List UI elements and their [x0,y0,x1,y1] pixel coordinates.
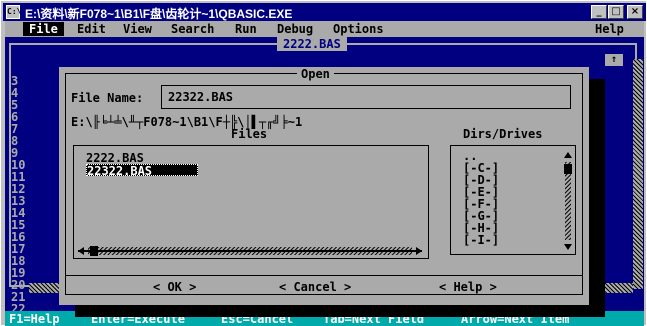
dir-drive-item[interactable]: [-I-] [463,234,499,246]
title-bar[interactable]: C:\ E:\资料\新F078~1\B1\F盘\齿轮计~1\QBASIC.EXE… [3,3,646,21]
maximize-button[interactable]: □ [608,5,624,19]
files-list[interactable]: 2222.BAS 22322.BAS [73,145,429,259]
menu-edit[interactable]: Edit [71,22,112,36]
menu-run[interactable]: Run [229,22,263,36]
ok-button[interactable]: < OK > [153,280,196,294]
menu-file[interactable]: File [23,22,64,36]
current-path: E:\╟╘┴╧\╨┬F078~1\B1\F┼╠\│▌┬╓╝╞~1 [71,115,303,129]
dirs-drives-list[interactable]: .. [-C-] [-D-] [-E-] [-F-] [-G-] [-H-] [-I-] [450,145,576,255]
menu-debug[interactable]: Debug [271,22,319,36]
close-button[interactable]: × [627,5,643,19]
menu-view[interactable]: View [117,22,158,36]
editor-vertical-scrollbar[interactable] [633,59,643,289]
window-title: E:\资料\新F078~1\B1\F盘\齿轮计~1\QBASIC.EXE [25,7,293,21]
file-name-label: File Name: [71,91,144,105]
menu-options[interactable]: Options [327,22,390,36]
line-numbers: 34567891011121314151617181920212223 [11,75,25,326]
dirs-vertical-scrollbar[interactable] [563,152,573,250]
menu-bar: File Edit View Search Run Debug Options … [5,21,644,37]
file-item[interactable]: 22322.BAS [86,164,198,177]
menu-search[interactable]: Search [165,22,220,36]
files-horizontal-scrollbar[interactable] [78,246,422,256]
dirs-drives-label: Dirs/Drives [463,127,543,141]
cancel-button[interactable]: < Cancel > [279,280,351,294]
scroll-up-icon[interactable]: ↑ [605,54,623,66]
file-name-input[interactable]: 22322.BAS [161,85,571,109]
open-dialog: Open File Name: 22322.BAS E:\╟╘┴╧\╨┬F078… [59,67,589,305]
minimize-button[interactable]: _ [591,5,607,19]
status-f1: F1=Help [9,312,60,326]
help-button[interactable]: < Help > [439,280,497,294]
files-label: Files [231,127,268,141]
dialog-button-row: < OK > < Cancel > < Help > [65,275,583,294]
menu-help[interactable]: Help [589,22,630,36]
file-item[interactable]: 2222.BAS [86,152,198,164]
dos-window: C:\ E:\资料\新F078~1\B1\F盘\齿轮计~1\QBASIC.EXE… [0,0,647,326]
msdos-icon[interactable]: C:\ [6,5,21,19]
editor-title: 2222.BAS [277,37,347,51]
dialog-title: Open [297,67,334,81]
dos-screen: File Edit View Search Run Debug Options … [5,21,644,326]
